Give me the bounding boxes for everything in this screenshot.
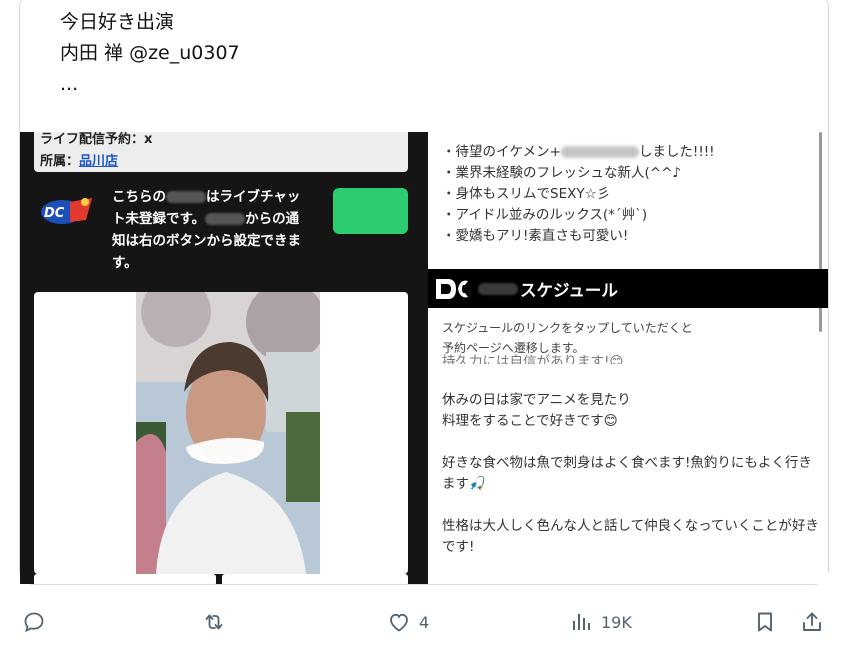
brand-logo-icon [436, 279, 468, 299]
profile-right-pane: ・待望のイケメン+ しました!!!! ・業界未経験のフレッシュな新人(^^♪ ・身… [428, 132, 828, 584]
profile-line: 料理をすることで好きです😊 [442, 413, 618, 429]
redaction [166, 191, 206, 203]
views-button[interactable]: 19K [569, 608, 632, 636]
reply-button[interactable] [22, 608, 46, 636]
feature-item: ・アイドル並みのルックス(*´艸`) [442, 207, 648, 223]
like-count: 4 [419, 612, 430, 632]
profile-paragraph: 休みの日は家でアニメを見たり 料理をすることで好きです😊 [442, 390, 822, 432]
notice-text: こちらの はライブチャッ ト未登録です。 からの通 知は右のボタンから設定できま す… [112, 186, 332, 274]
notice-part-5: 知は右のボタンから設定できま [112, 233, 301, 249]
profile-photo [136, 292, 320, 574]
redaction [478, 283, 518, 295]
thumbnail-row [34, 574, 408, 584]
like-button[interactable]: 4 [387, 608, 429, 636]
reply-icon [24, 612, 44, 633]
redaction [205, 213, 246, 225]
feature-list: ・待望のイケメン+ しました!!!! ・業界未経験のフレッシュな新人(^^♪ ・身… [442, 142, 715, 247]
affiliation-label: 所属： [40, 154, 80, 169]
photo-frame [34, 292, 408, 574]
feature-item: ・愛嬌もアリ!素直さも可愛い! [442, 228, 629, 244]
thumbnail[interactable] [34, 574, 216, 584]
store-link[interactable]: 品川店 [79, 154, 118, 169]
tweet-more[interactable]: ... [60, 69, 240, 100]
views-icon [573, 614, 590, 630]
affiliation-text: 所属：品川店 [40, 150, 118, 169]
bookmark-icon [758, 612, 772, 632]
share-button[interactable] [800, 608, 824, 636]
profile-text: 持久力には自信があります!😊 休みの日は家でアニメを見たり 料理をすることで好き… [442, 354, 822, 579]
feature-item: ・待望のイケメン+ しました!!!! [442, 142, 715, 163]
live-reservation-text: ライフ配信予約：x [40, 132, 153, 147]
notice-part-3: ト未登録です。 [112, 211, 206, 227]
feature-item: ・業界未経験のフレッシュな新人(^^♪ [442, 165, 682, 181]
profile-line: 休みの日は家でアニメを見たり [442, 392, 631, 408]
notice-part-1: こちらの [112, 189, 166, 205]
share-icon [803, 612, 821, 631]
profile-left-pane: ライフ配信予約：x 所属：品川店 DC こちらの はライブチャッ ト未登録です。 か… [20, 132, 428, 584]
tweet-body: 今日好き出演 内田 禅 @ze_u0307 ... [60, 7, 240, 100]
bookmark-button[interactable] [753, 608, 777, 636]
feature-text: しました!!!! [638, 144, 715, 160]
notice-part-6: す。 [112, 255, 138, 271]
schedule-desc-line: スケジュールのリンクをタップしていただくと [442, 321, 693, 335]
photo-illustration [136, 292, 320, 574]
tweet-line-2: 内田 禅 @ze_u0307 [60, 42, 240, 64]
redaction [560, 146, 639, 158]
notice-part-4: からの通 [245, 211, 300, 227]
attached-image[interactable]: ライフ配信予約：x 所属：品川店 DC こちらの はライブチャッ ト未登録です。 か… [20, 132, 828, 584]
profile-paragraph: 好きな食べ物は魚で刺身はよく食べます!魚釣りにもよく行きます🎣 [442, 455, 812, 492]
schedule-title: スケジュール [520, 281, 618, 300]
live-chat-logo: DC [41, 198, 92, 224]
heart-icon [390, 613, 408, 632]
thumbnail[interactable] [222, 574, 408, 584]
feature-item: ・身体もスリムでSEXY☆彡 [442, 186, 611, 202]
feature-text: ・待望のイケメン+ [442, 144, 561, 160]
retweet-icon [205, 614, 223, 630]
schedule-header[interactable]: スケジュール [428, 269, 828, 308]
svg-text:DC: DC [44, 206, 65, 221]
retweet-button[interactable] [202, 608, 226, 636]
tweet-actions: 4 19K [0, 600, 850, 646]
info-box: ライフ配信予約：x 所属：品川店 [34, 132, 408, 172]
profile-paragraph: 性格は大人しく色んな人と話して仲良くなっていくことが好きです! [442, 518, 819, 555]
notification-settings-button[interactable] [333, 188, 408, 234]
tweet-line-1: 今日好き出演 [60, 11, 175, 33]
views-count: 19K [601, 612, 632, 632]
profile-cut-line: 持久力には自信があります!😊 [442, 354, 624, 364]
notice-part-2: はライブチャッ [206, 189, 301, 205]
